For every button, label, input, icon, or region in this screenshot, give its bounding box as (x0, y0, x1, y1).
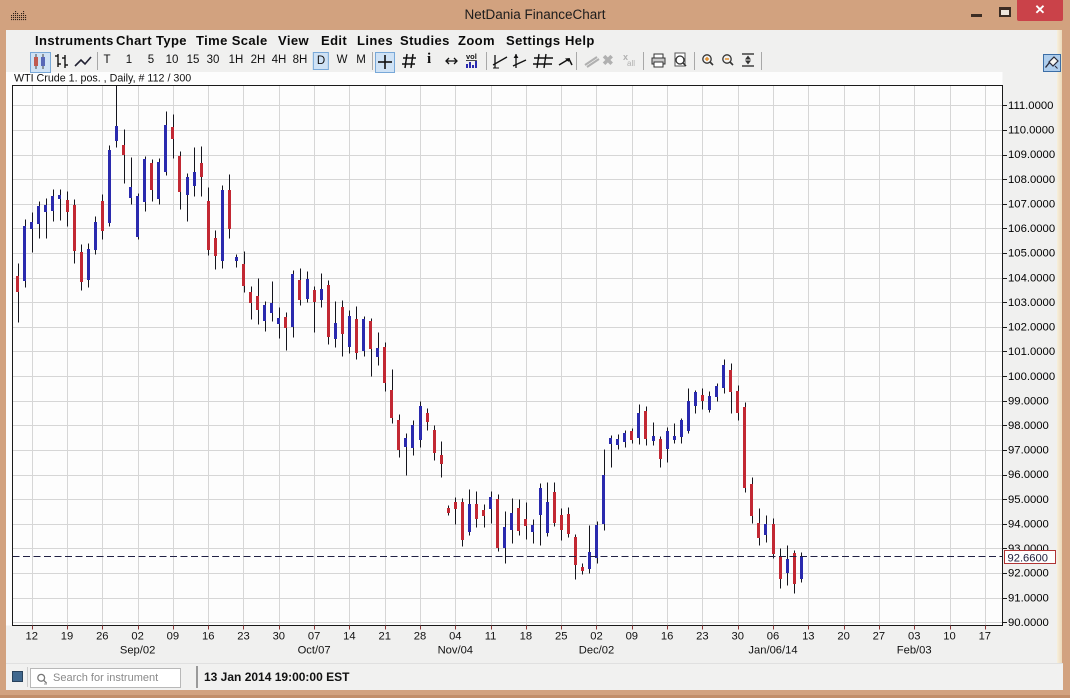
svg-text:21: 21 (378, 631, 390, 643)
svg-text:109.0000: 109.0000 (1008, 149, 1055, 161)
svg-text:02: 02 (590, 631, 602, 643)
svg-text:98.0000: 98.0000 (1008, 420, 1049, 432)
svg-text:02: 02 (131, 631, 143, 643)
svg-text:92.0000: 92.0000 (1008, 568, 1049, 580)
svg-text:94.0000: 94.0000 (1008, 518, 1049, 530)
svg-text:Feb/03: Feb/03 (897, 645, 932, 657)
svg-text:106.0000: 106.0000 (1008, 223, 1055, 235)
svg-text:96.0000: 96.0000 (1008, 469, 1049, 481)
svg-text:30: 30 (273, 631, 285, 643)
svg-text:17: 17 (979, 631, 991, 643)
svg-text:99.0000: 99.0000 (1008, 395, 1049, 407)
svg-text:26: 26 (96, 631, 108, 643)
svg-text:Sep/02: Sep/02 (120, 645, 155, 657)
svg-text:18: 18 (520, 631, 532, 643)
svg-text:WTI Crude 1. pos. , Daily, # 1: WTI Crude 1. pos. , Daily, # 112 / 300 (14, 73, 191, 85)
svg-text:27: 27 (873, 631, 885, 643)
svg-text:102.0000: 102.0000 (1008, 322, 1055, 334)
svg-text:95.0000: 95.0000 (1008, 494, 1049, 506)
svg-text:06: 06 (767, 631, 779, 643)
svg-text:103.0000: 103.0000 (1008, 297, 1055, 309)
svg-text:25: 25 (555, 631, 567, 643)
svg-text:20: 20 (837, 631, 849, 643)
svg-text:90.0000: 90.0000 (1008, 617, 1049, 629)
svg-text:Oct/07: Oct/07 (298, 645, 331, 657)
svg-text:100.0000: 100.0000 (1008, 371, 1055, 383)
svg-text:09: 09 (626, 631, 638, 643)
svg-text:09: 09 (167, 631, 179, 643)
svg-text:111.0000: 111.0000 (1008, 100, 1053, 112)
svg-text:Dec/02: Dec/02 (579, 645, 614, 657)
svg-text:04: 04 (449, 631, 461, 643)
svg-text:Jan/06/14: Jan/06/14 (748, 645, 797, 657)
svg-text:23: 23 (237, 631, 249, 643)
svg-text:14: 14 (343, 631, 355, 643)
svg-text:23: 23 (696, 631, 708, 643)
svg-text:16: 16 (661, 631, 673, 643)
svg-text:16: 16 (202, 631, 214, 643)
svg-text:Nov/04: Nov/04 (438, 645, 473, 657)
svg-text:03: 03 (908, 631, 920, 643)
svg-text:28: 28 (414, 631, 426, 643)
svg-text:92.6600: 92.6600 (1008, 553, 1048, 565)
svg-text:91.0000: 91.0000 (1008, 592, 1049, 604)
svg-text:all: all (627, 59, 635, 68)
svg-text:10: 10 (943, 631, 955, 643)
svg-text:110.0000: 110.0000 (1008, 125, 1054, 137)
svg-text:11: 11 (485, 631, 497, 643)
svg-text:101.0000: 101.0000 (1008, 346, 1055, 358)
svg-text:30: 30 (731, 631, 743, 643)
svg-text:107.0000: 107.0000 (1008, 198, 1055, 210)
svg-text:19: 19 (61, 631, 73, 643)
svg-text:105.0000: 105.0000 (1008, 248, 1055, 260)
svg-text:13: 13 (802, 631, 814, 643)
svg-text:12: 12 (25, 631, 37, 643)
svg-text:104.0000: 104.0000 (1008, 272, 1055, 284)
svg-text:97.0000: 97.0000 (1008, 445, 1049, 457)
svg-text:108.0000: 108.0000 (1008, 174, 1055, 186)
svg-text:07: 07 (308, 631, 320, 643)
svg-text:vol: vol (466, 52, 477, 61)
